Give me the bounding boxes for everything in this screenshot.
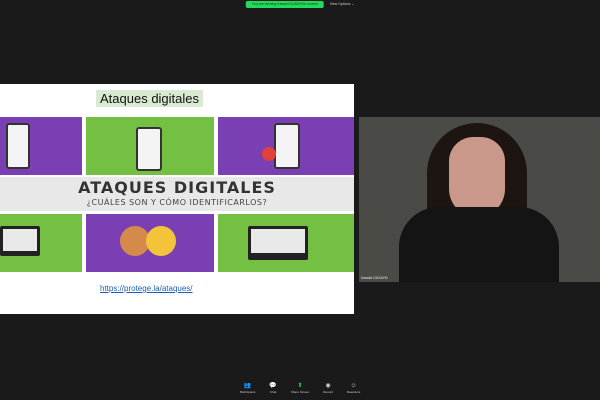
view-options-button[interactable]: View Options ⌄ (330, 2, 354, 6)
chat-icon: 💬 (269, 383, 277, 389)
record-button[interactable]: ◉ Record (323, 382, 333, 400)
reactions-button[interactable]: ☺ Reactions (347, 382, 360, 400)
tile-laptop-malware (0, 214, 82, 272)
slide-banner: ATAQUES DIGITALES ¿CUÁLES SON Y CÓMO IDE… (0, 177, 354, 211)
chat-label: Chat (269, 390, 277, 394)
top-banner: You are viewing Kassiel DUSAYN's screen … (245, 0, 354, 8)
reactions-icon: ☺ (350, 383, 357, 389)
slide-title: Ataques digitales (96, 90, 204, 107)
laptop-icon (0, 226, 40, 256)
banner-subtitle: ¿CUÁLES SON Y CÓMO IDENTIFICARLOS? (86, 198, 268, 207)
participant-name: Kassiel DUSAYN (361, 276, 388, 280)
phone-alert-icon (274, 123, 300, 169)
person-face (449, 137, 505, 217)
share-screen-icon: ⬆ (297, 383, 303, 389)
phone-icon (6, 123, 30, 169)
worried-face-icon (146, 226, 176, 256)
participants-label: Participants (239, 390, 256, 394)
tile-phone-phishing (0, 117, 82, 175)
slide-link[interactable]: https://protege.la/ataques/ (100, 284, 193, 293)
record-label: Record (323, 390, 333, 394)
record-icon: ◉ (325, 383, 331, 389)
phone-hook-icon (136, 127, 162, 171)
chat-button[interactable]: 💬 Chat (269, 382, 276, 400)
share-screen-label: Share Screen (290, 390, 310, 394)
meeting-toolbar: 👥 Participants 💬 Chat ⬆ Share Screen ◉ R… (0, 382, 600, 400)
person-body (399, 207, 559, 282)
tile-phone-hook (86, 117, 214, 175)
banner-title: ATAQUES DIGITALES (78, 178, 276, 197)
participants-button[interactable]: 👥 Participants (240, 382, 256, 400)
tile-phone-alert (218, 117, 354, 175)
participant-video: Kassiel DUSAYN (359, 117, 600, 282)
share-screen-button[interactable]: ⬆ Share Screen (291, 382, 309, 400)
participants-icon: 👥 (243, 383, 252, 389)
tile-laptop-rocket (218, 214, 354, 272)
laptop-rocket-icon (248, 226, 308, 260)
reactions-label: Reactions (346, 390, 361, 394)
tile-faces (86, 214, 214, 272)
shared-slide: Ataques digitales ATAQUES DIGITALES ¿CUÁ… (0, 84, 354, 314)
screen-sharing-indicator: You are viewing Kassiel DUSAYN's screen (245, 0, 324, 8)
angry-face-icon (262, 147, 276, 161)
